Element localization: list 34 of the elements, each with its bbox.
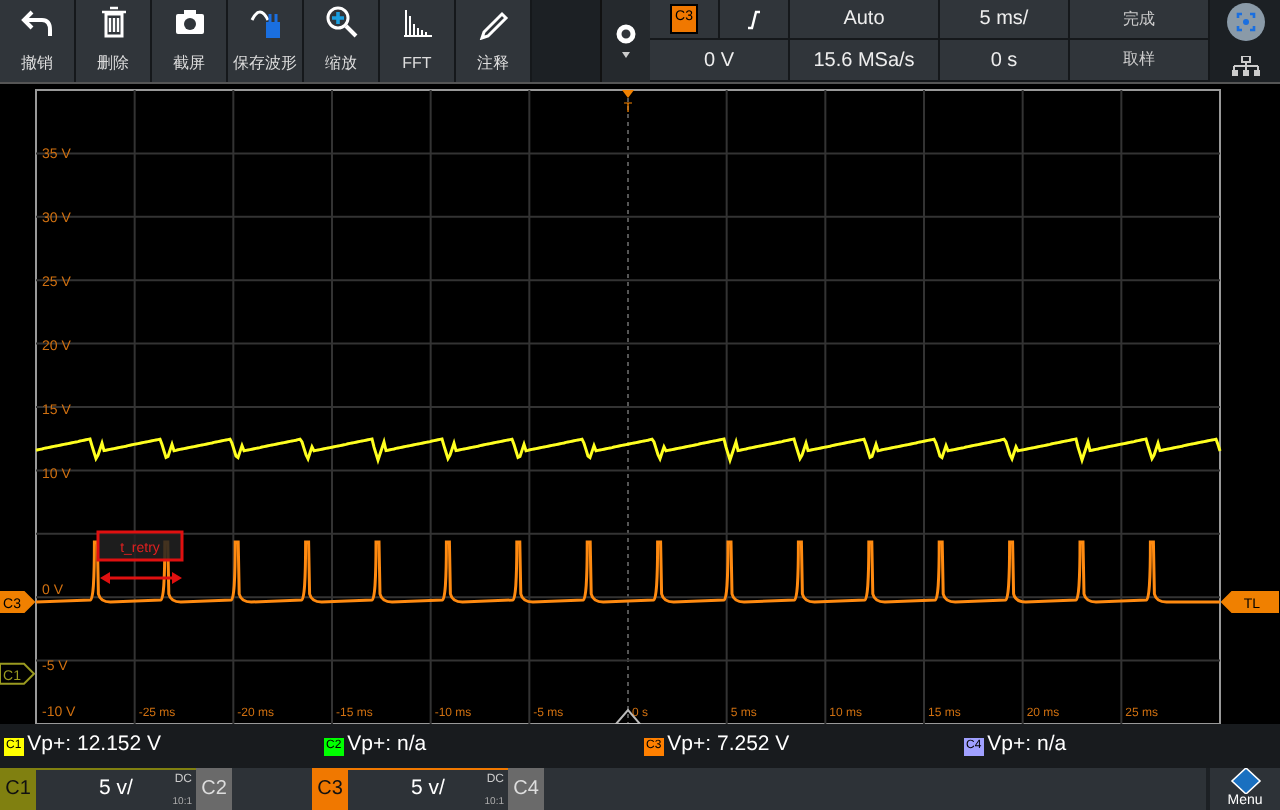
zoom-icon	[323, 4, 359, 40]
pencil-button[interactable]: 注释	[456, 0, 532, 82]
zoom-button[interactable]: 缩放	[304, 0, 380, 82]
caret-icon	[622, 52, 630, 58]
undo-arrow-button[interactable]: 撤销	[0, 0, 76, 82]
network-icon[interactable]	[1231, 56, 1259, 76]
measurement-value: Vp+: n/a	[347, 730, 427, 761]
measurement-value: Vp+: 12.152 V	[27, 730, 162, 761]
camera-button[interactable]: 截屏	[152, 0, 228, 82]
ring-icon[interactable]	[616, 24, 636, 44]
channel-tab[interactable]: C3	[312, 768, 348, 810]
waveform-save-button[interactable]: 保存波形	[228, 0, 304, 82]
horizontal-position[interactable]: 0 s	[940, 40, 1070, 82]
sample-rate[interactable]: 15.6 MSa/s	[790, 40, 940, 82]
camera-icon	[171, 4, 207, 40]
focus-button[interactable]	[1225, 2, 1265, 42]
spectrum-button[interactable]: FFT	[380, 0, 456, 82]
rising-edge-icon[interactable]	[746, 9, 762, 29]
trigger-position-marker[interactable]	[622, 90, 634, 98]
trash-button[interactable]: 删除	[76, 0, 152, 82]
vertical-scale: 5 v/	[411, 774, 445, 805]
zero-marker-icon	[613, 708, 643, 724]
channel-tab[interactable]: C2	[196, 768, 232, 810]
double-arrow[interactable]	[100, 572, 182, 584]
vertical-scale: 5 v/	[99, 774, 133, 805]
annotation-box[interactable]	[96, 530, 184, 562]
channel-tab[interactable]: C4	[508, 768, 544, 810]
measurement-value: Vp+: n/a	[987, 730, 1067, 761]
channel-tab[interactable]: C1	[0, 768, 36, 810]
trigger-level[interactable]: 0 V	[650, 40, 790, 82]
measurement-value: Vp+: 7.252 V	[667, 730, 790, 761]
spectrum-icon	[399, 4, 435, 40]
time-base[interactable]: 5 ms/	[940, 0, 1070, 40]
trigger-mode[interactable]: Auto	[790, 0, 940, 40]
